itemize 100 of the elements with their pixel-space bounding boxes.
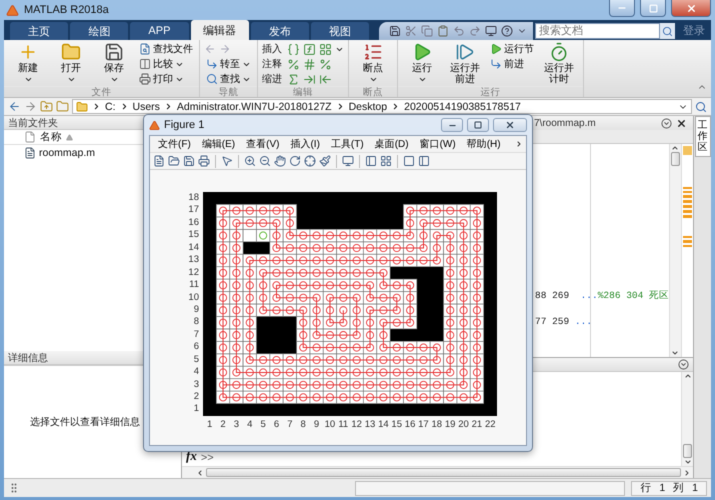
scroll-down-icon[interactable] [684,458,692,466]
pointer-icon[interactable] [221,155,233,167]
panel-icon[interactable] [418,155,430,167]
maximize-button[interactable] [640,0,666,17]
ribbon-button[interactable]: 运行并前进 [445,42,485,86]
menu-item[interactable]: 查看(V) [241,136,284,152]
search-field[interactable]: 搜索文档 [535,23,660,39]
sigma-icon[interactable] [287,72,300,86]
undo-icon[interactable] [453,25,466,37]
percent-icon[interactable] [319,58,332,70]
save-icon[interactable] [389,25,402,37]
help-icon[interactable] [501,25,514,37]
menu-item[interactable]: 窗口(W) [414,136,461,152]
brush-icon[interactable] [319,155,331,167]
scrollbar[interactable] [182,466,693,478]
path-segment[interactable]: Administrator.WIN7U-20180127Z [176,100,332,112]
workspace-tab[interactable]: 工作区 [694,116,710,157]
outdent-icon[interactable] [319,72,332,86]
login-link[interactable]: 登录 [677,22,712,38]
clipboard-icon[interactable] [437,25,450,37]
rotate-icon[interactable] [289,155,301,167]
ribbon-button[interactable]: 保存 [94,42,134,86]
ribbon-button[interactable]: 运行 [402,42,442,86]
indent-icon[interactable] [303,72,316,86]
new-file-icon[interactable] [153,155,165,167]
scrollbar-thumb[interactable] [670,152,680,166]
grid-icon[interactable] [380,155,392,167]
editor-tab-title[interactable]: 7\roommap.m [534,118,596,128]
ribbon-button[interactable]: 比较 [137,57,195,71]
grid-icon[interactable] [319,42,332,56]
hand-icon[interactable] [274,155,286,167]
tick-label: 7 [192,328,199,342]
percent-icon[interactable] [287,58,300,70]
close-button[interactable] [493,118,527,132]
search-icon[interactable] [662,26,674,36]
menu-item[interactable]: 文件(F) [153,136,196,152]
panel-icon[interactable] [365,155,377,167]
zoom-in-icon[interactable] [244,155,256,167]
save-icon[interactable] [183,155,195,167]
scroll-up-icon[interactable] [684,372,692,380]
scroll-down-icon[interactable] [671,349,680,357]
folder-up-icon[interactable] [40,100,53,113]
window-icon[interactable] [485,25,498,37]
monitor-icon[interactable] [342,155,354,167]
menu-item[interactable]: 桌面(D) [370,136,414,152]
forward-arrow-icon[interactable] [24,100,37,113]
menu-item[interactable]: 帮助(H) [462,136,506,152]
ribbon-tab[interactable]: 绘图 [70,22,128,40]
folder-icon[interactable] [168,155,180,167]
ribbon-tab[interactable]: 视图 [310,22,370,40]
folder-icon[interactable] [56,100,69,113]
tick-label: 19 [444,419,456,430]
square-icon[interactable] [403,155,415,167]
minimize-button[interactable] [609,0,635,17]
close-button[interactable] [671,0,711,17]
menu-item[interactable]: 编辑(E) [196,136,240,152]
braces-icon[interactable] [287,42,300,56]
ribbon-button[interactable]: 新建 [8,42,48,86]
ribbon-tab[interactable]: 发布 [250,22,309,40]
search-icon[interactable] [695,100,707,112]
maximize-button[interactable] [467,118,489,132]
back-arrow-icon[interactable] [8,100,21,113]
ribbon-button[interactable]: 打开 [51,42,91,86]
ribbon-button[interactable]: 断点 [353,42,393,86]
scrollbar-thumb[interactable] [683,444,692,458]
dropdown-icon[interactable] [661,118,672,128]
ribbon-button[interactable]: 查找 [204,72,253,86]
ribbon-tab[interactable]: 编辑器 [190,20,249,40]
scrollbar[interactable] [669,144,681,357]
hash-icon[interactable] [303,58,316,70]
ribbon-button[interactable]: 查找文件 [137,42,195,56]
file-name[interactable]: roommap.m [39,146,96,158]
function-icon[interactable] [303,42,316,56]
ribbon-button[interactable]: 前进 [488,57,536,71]
ribbon-button[interactable]: 打印 [137,72,195,86]
ribbon-button[interactable]: 运行节 [488,42,536,56]
scroll-up-icon[interactable] [671,144,680,152]
close-icon[interactable] [676,118,687,128]
scroll-left-icon[interactable] [196,468,204,476]
dropdown-icon[interactable] [678,359,689,370]
crosshair-icon[interactable] [304,155,316,167]
path-segment[interactable]: Desktop [348,100,388,112]
menu-item[interactable]: 插入(I) [285,136,325,152]
scrollbar[interactable] [681,372,693,466]
scroll-right-icon[interactable] [683,468,691,476]
ribbon-tab[interactable]: APP [130,22,189,40]
ribbon-button[interactable]: 转至 [204,57,253,71]
ribbon-button[interactable]: 运行并计时 [539,42,579,86]
menu-item[interactable]: 工具(T) [326,136,369,152]
scrollbar-thumb[interactable] [206,468,681,477]
path-field[interactable]: C: Users Administrator.WIN7U-20180127Z Desktop 20200514190385178517 [72,99,692,114]
path-segment[interactable]: 20200514190385178517 [404,100,521,112]
printer-icon[interactable] [198,155,210,167]
zoom-out-icon[interactable] [259,155,271,167]
tick-label: 6 [272,419,280,430]
path-segment[interactable]: C: [105,100,116,112]
path-segment[interactable]: Users [132,100,160,112]
copy-icon[interactable] [421,25,434,37]
ribbon-tab[interactable]: 主页 [10,22,68,40]
tick-label: 18 [430,419,444,430]
